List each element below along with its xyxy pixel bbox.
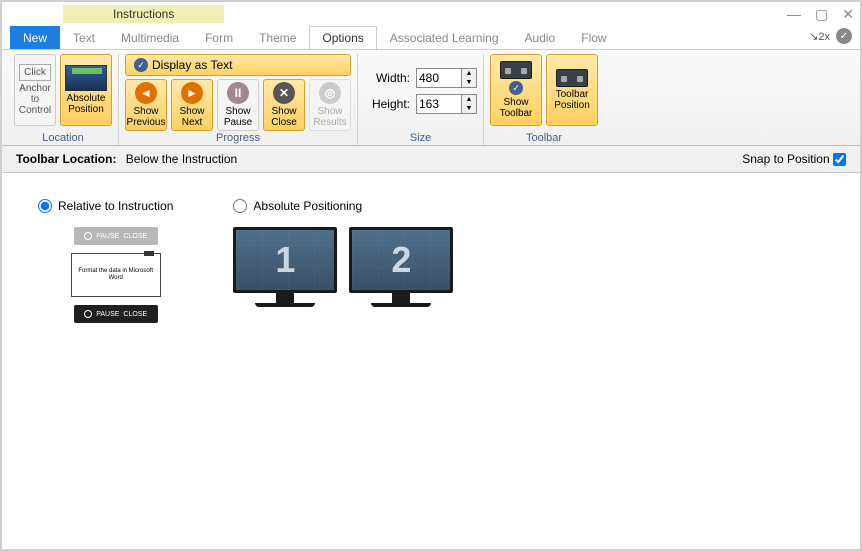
relative-radio[interactable]	[38, 199, 52, 213]
tab-theme[interactable]: Theme	[246, 26, 309, 49]
group-label-location: Location	[8, 132, 118, 144]
show-toolbar-button[interactable]: ✓ Show Toolbar	[490, 54, 542, 126]
tab-options[interactable]: Options	[309, 26, 376, 49]
toolbar-location-value: Below the Instruction	[126, 152, 237, 166]
check-icon: ✓	[509, 81, 523, 95]
tab-audio[interactable]: Audio	[512, 26, 569, 49]
show-close-button[interactable]: ✕ Show Close	[263, 79, 305, 131]
status-ok-icon[interactable]: ✓	[836, 28, 852, 44]
results-icon: ◎	[319, 82, 341, 104]
show-pause-button[interactable]: II Show Pause	[217, 79, 259, 131]
toolbar-position-button[interactable]: Toolbar Position	[546, 54, 598, 126]
anchor-to-control-button[interactable]: Click Anchor to Control	[14, 54, 56, 126]
context-tab-instructions: Instructions	[63, 5, 224, 23]
toolbar-icon	[556, 69, 588, 87]
height-up[interactable]: ▲	[462, 95, 476, 104]
monitor-1[interactable]: 1	[233, 227, 337, 307]
relative-label: Relative to Instruction	[58, 199, 173, 213]
toolbar-location-label: Toolbar Location:	[16, 152, 116, 166]
tab-associated-learning[interactable]: Associated Learning	[377, 26, 512, 49]
tab-form[interactable]: Form	[192, 26, 246, 49]
pause-icon: II	[227, 82, 249, 104]
arrow-left-icon: ◄	[135, 82, 157, 104]
height-label: Height:	[364, 97, 410, 111]
arrow-right-icon: ►	[181, 82, 203, 104]
show-previous-button[interactable]: ◄ Show Previous	[125, 79, 167, 131]
width-label: Width:	[364, 71, 410, 85]
x-icon: ✕	[273, 82, 295, 104]
toolbar-preview-below: PAUSECLOSE	[74, 305, 158, 323]
maximize-icon[interactable]: ▢	[815, 6, 828, 23]
width-up[interactable]: ▲	[462, 69, 476, 78]
absolute-position-button[interactable]: Absolute Position	[60, 54, 112, 126]
group-label-toolbar: Toolbar	[484, 132, 604, 144]
absolute-label: Absolute Positioning	[253, 199, 362, 213]
tab-flow[interactable]: Flow	[568, 26, 619, 49]
group-label-progress: Progress	[119, 132, 357, 144]
show-results-button: ◎ Show Results	[309, 79, 351, 131]
width-down[interactable]: ▼	[462, 78, 476, 87]
group-label-size: Size	[358, 132, 483, 144]
minimize-icon[interactable]: —	[787, 6, 801, 22]
tab-text[interactable]: Text	[60, 26, 108, 49]
tab-new[interactable]: New	[10, 26, 60, 49]
show-next-button[interactable]: ► Show Next	[171, 79, 213, 131]
tab-multimedia[interactable]: Multimedia	[108, 26, 192, 49]
zoom-indicator[interactable]: ↘2x	[809, 30, 830, 43]
snap-to-position-checkbox[interactable]	[833, 153, 846, 166]
monitor-icon	[65, 65, 107, 91]
monitor-2[interactable]: 2	[349, 227, 453, 307]
snap-label: Snap to Position	[742, 152, 829, 166]
toolbar-icon	[500, 61, 532, 79]
toolbar-preview-above: PAUSECLOSE	[74, 227, 158, 245]
height-down[interactable]: ▼	[462, 104, 476, 113]
check-icon: ✓	[134, 58, 148, 72]
absolute-radio[interactable]	[233, 199, 247, 213]
display-as-text-toggle[interactable]: ✓ Display as Text	[125, 54, 351, 76]
height-input[interactable]	[416, 94, 462, 114]
instruction-preview: Format the data in Microsoft Word	[71, 253, 161, 297]
width-input[interactable]	[416, 68, 462, 88]
close-window-icon[interactable]: ✕	[842, 6, 854, 23]
